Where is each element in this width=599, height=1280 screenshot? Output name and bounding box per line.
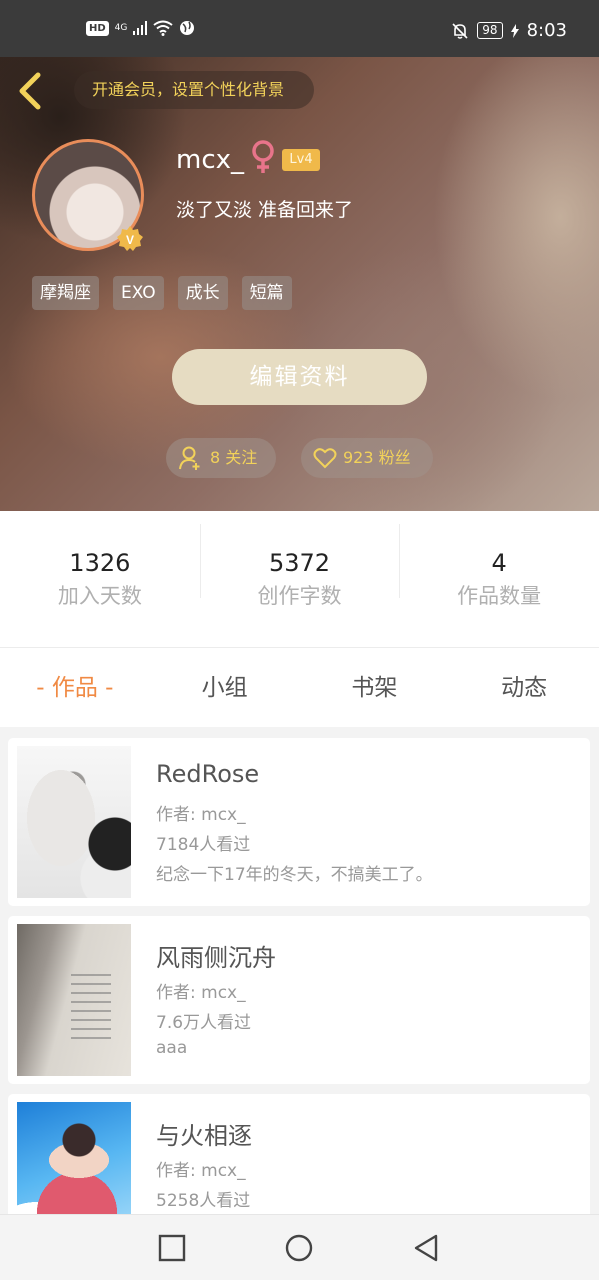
work-author: 作者: mcx_: [156, 1161, 246, 1181]
stat-value: 5372: [268, 549, 331, 577]
tab-bookshelf[interactable]: 书架: [300, 648, 450, 727]
work-views: 7.6万人看过: [156, 1013, 252, 1033]
work-author: 作者: mcx_: [156, 983, 246, 1003]
tag-list: 摩羯座 EXO 成长 短篇: [32, 276, 292, 310]
list-item[interactable]: 风雨侧沉舟 作者: mcx_ 7.6万人看过 aaa: [8, 916, 590, 1084]
tag-item[interactable]: 短篇: [241, 276, 292, 310]
stat-label: 加入天数: [57, 584, 142, 608]
edit-profile-button[interactable]: 编辑资料: [172, 349, 427, 405]
heart-icon: [313, 448, 337, 469]
back-arrow-icon: [19, 72, 41, 110]
profile-header: 开通会员，设置个性化背景 V mcx_ Lv4 淡了又淡 准备回来了 摩羯座 E…: [0, 57, 599, 511]
status-left: HD 4G: [86, 20, 195, 36]
vip-background-banner[interactable]: 开通会员，设置个性化背景: [74, 71, 315, 109]
mute-bell-icon: [452, 22, 468, 39]
fans-button[interactable]: 923 粉丝: [301, 438, 433, 478]
level-badge: Lv4: [282, 149, 320, 171]
stat-join-days: 1326 加入天数: [0, 546, 200, 612]
work-cover-image: [17, 924, 131, 1076]
username: mcx_: [176, 145, 245, 175]
tab-groups[interactable]: 小组: [150, 648, 300, 727]
work-views: 7184人看过: [156, 835, 251, 855]
work-description: 纪念一下17年的冬天，不搞美工了。: [156, 865, 433, 885]
wifi-icon: [153, 20, 173, 36]
following-button[interactable]: 8 关注: [166, 438, 276, 478]
work-author: 作者: mcx_: [156, 805, 246, 825]
home-icon[interactable]: [284, 1233, 314, 1263]
stat-value: 1326: [69, 549, 131, 577]
work-description: aaa: [156, 1038, 188, 1058]
list-item[interactable]: RedRose 作者: mcx_ 7184人看过 纪念一下17年的冬天，不搞美工…: [8, 738, 590, 906]
tag-item[interactable]: 摩羯座: [32, 276, 99, 310]
add-user-icon: [179, 446, 200, 470]
work-cover-image: [17, 746, 131, 898]
tab-activity[interactable]: 动态: [449, 648, 599, 727]
back-button[interactable]: [14, 71, 48, 111]
user-signature: 淡了又淡 准备回来了: [176, 199, 354, 221]
profile-tabs: - 作品 - 小组 书架 动态: [0, 647, 599, 727]
tag-item[interactable]: EXO: [113, 276, 164, 310]
tag-item[interactable]: 成长: [177, 276, 228, 310]
svg-text:V: V: [126, 233, 134, 247]
fans-count: 923 粉丝: [343, 448, 411, 467]
hd-icon: HD: [86, 20, 109, 36]
stat-value: 4: [491, 549, 507, 577]
works-list: RedRose 作者: mcx_ 7184人看过 纪念一下17年的冬天，不搞美工…: [8, 738, 590, 1272]
status-bar: HD 4G 98 8:03: [0, 0, 599, 57]
system-navigation-bar: [0, 1214, 599, 1280]
tab-works[interactable]: - 作品 -: [0, 648, 150, 727]
stat-word-count: 5372 创作字数: [199, 524, 400, 612]
network-type: 4G: [114, 23, 128, 33]
back-nav-icon[interactable]: [411, 1233, 441, 1263]
signal-icon: [133, 21, 148, 35]
globe-icon: [180, 21, 195, 35]
charging-icon: [510, 23, 519, 38]
clock: 8:03: [526, 20, 567, 41]
battery-level: 98: [477, 22, 503, 39]
recent-apps-icon[interactable]: [157, 1233, 187, 1263]
verified-v-icon: V: [117, 226, 143, 251]
work-title: 风雨侧沉舟: [156, 944, 276, 972]
stat-label: 作品数量: [457, 584, 542, 608]
stats-row: 1326 加入天数 5372 创作字数 4 作品数量: [0, 511, 599, 647]
status-right: 98 8:03: [451, 20, 567, 41]
work-title: 与火相逐: [156, 1122, 252, 1150]
work-title: RedRose: [156, 760, 260, 788]
stat-label: 创作字数: [257, 584, 342, 608]
following-count: 8 关注: [210, 448, 258, 467]
stat-work-count: 4 作品数量: [399, 524, 599, 612]
avatar-container[interactable]: V: [32, 139, 144, 251]
work-views: 5258人看过: [156, 1191, 251, 1211]
female-gender-icon: [252, 140, 274, 173]
